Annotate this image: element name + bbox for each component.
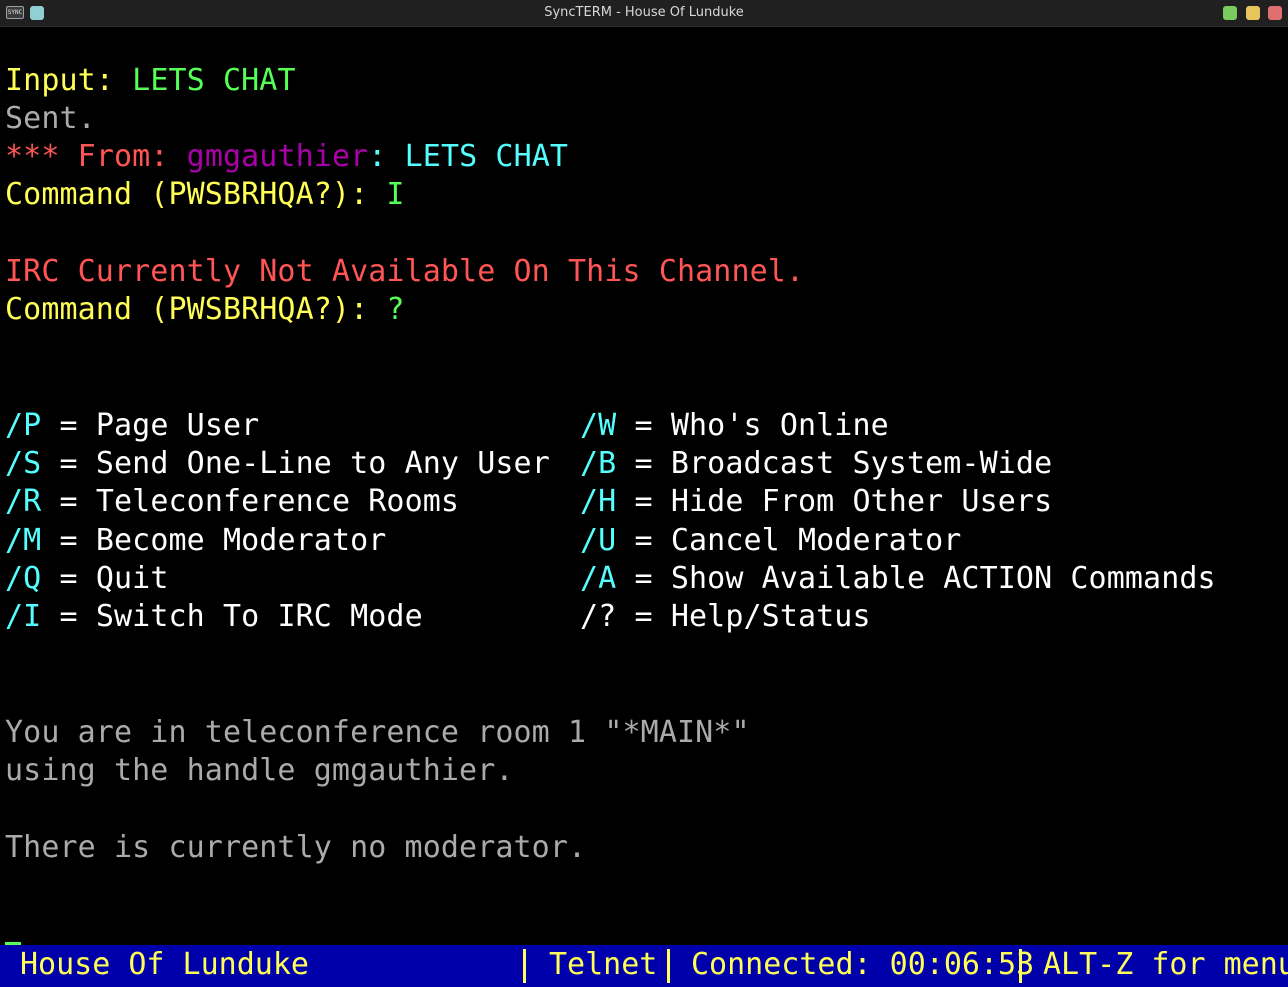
irc-error-message: IRC Currently Not Available On This Chan… — [5, 254, 805, 289]
help-desc: Quit — [95, 561, 169, 596]
help-desc: Send One-Line to Any User — [95, 446, 550, 481]
status-bbs-name: House Of Lunduke — [20, 947, 309, 982]
status-menu-hint[interactable]: ALT-Z for menu — [1043, 945, 1288, 985]
help-eq: = — [59, 523, 78, 558]
command-prompt: Command (PWSBRHQA?): — [5, 292, 369, 327]
help-key: /? — [580, 599, 617, 634]
status-divider — [523, 949, 526, 983]
help-item-become-moderator: /M = Become Moderator — [5, 522, 386, 560]
sent-line: Sent. — [5, 101, 96, 136]
help-item-action-commands: /A = Show Available ACTION Commands — [580, 560, 1216, 598]
status-connected-timer: Connected: 00:06:53 — [691, 947, 1035, 982]
help-eq: = — [634, 446, 653, 481]
help-item-help-status: /? = Help/Status — [580, 598, 871, 636]
from-colon: : — [368, 139, 387, 174]
help-key: /P — [5, 408, 42, 443]
help-eq: = — [59, 484, 78, 519]
command-line-2: Command (PWSBRHQA?): ? — [5, 291, 405, 329]
help-key: /M — [5, 523, 42, 558]
input-label: Input: — [5, 63, 114, 98]
room-info-line: You are in teleconference room 1 "*MAIN*… — [5, 715, 750, 750]
help-eq: = — [634, 523, 653, 558]
title-bar: SYNC SyncTERM - House Of Lunduke — [0, 0, 1288, 27]
help-desc: Switch To IRC Mode — [95, 599, 423, 634]
help-eq: = — [59, 408, 78, 443]
input-value: LETS CHAT — [132, 63, 296, 98]
from-user: gmgauthier — [186, 139, 369, 174]
help-eq: = — [634, 484, 653, 519]
help-key: /H — [580, 484, 617, 519]
help-key: /W — [580, 408, 617, 443]
help-key: /U — [580, 523, 617, 558]
status-divider — [667, 949, 670, 983]
help-desc: Teleconference Rooms — [95, 484, 460, 519]
help-item-whos-online: /W = Who's Online — [580, 407, 889, 445]
help-key: /R — [5, 484, 42, 519]
help-eq: = — [59, 599, 78, 634]
help-eq: = — [634, 561, 653, 596]
help-item-page-user: /P = Page User — [5, 407, 259, 445]
syncterm-window: SYNC SyncTERM - House Of Lunduke Input: … — [0, 0, 1288, 987]
window-title: SyncTERM - House Of Lunduke — [544, 5, 744, 20]
help-desc: Broadcast System-Wide — [670, 446, 1053, 481]
moderator-info-line: There is currently no moderator. — [5, 830, 587, 865]
help-item-broadcast: /B = Broadcast System-Wide — [580, 445, 1052, 483]
help-desc: Hide From Other Users — [670, 484, 1053, 519]
from-stars: *** — [5, 139, 60, 174]
help-eq: = — [634, 599, 653, 634]
help-item-quit: /Q = Quit — [5, 560, 169, 598]
handle-info-line: using the handle gmgauthier. — [5, 753, 514, 788]
command-prompt: Command (PWSBRHQA?): — [5, 177, 369, 212]
from-message: LETS CHAT — [404, 139, 569, 174]
from-label: From: — [77, 139, 169, 174]
status-bar: House Of Lunduke Telnet Connected: 00:06… — [0, 945, 1288, 987]
help-key: /S — [5, 446, 42, 481]
close-icon[interactable] — [1268, 6, 1282, 20]
status-divider — [1019, 949, 1022, 983]
help-item-send-one-line: /S = Send One-Line to Any User — [5, 445, 550, 483]
help-item-cancel-moderator: /U = Cancel Moderator — [580, 522, 961, 560]
status-protocol: Telnet — [549, 947, 658, 982]
help-key: /B — [580, 446, 617, 481]
help-desc: Page User — [95, 408, 260, 443]
command-value: I — [386, 177, 405, 212]
help-eq: = — [59, 561, 78, 596]
help-eq: = — [634, 408, 653, 443]
help-desc: Show Available ACTION Commands — [670, 561, 1216, 596]
input-line: Input: LETS CHAT — [5, 62, 296, 100]
help-desc: Become Moderator — [95, 523, 387, 558]
help-eq: = — [59, 446, 78, 481]
help-key: /A — [580, 561, 617, 596]
terminal-screen[interactable]: Input: LETS CHAT Sent. *** From: gmgauth… — [0, 27, 1288, 946]
help-key: /I — [5, 599, 42, 634]
maximize-icon[interactable] — [1246, 6, 1260, 20]
help-key: /Q — [5, 561, 42, 596]
minimize-icon[interactable] — [1223, 6, 1237, 20]
help-item-switch-irc: /I = Switch To IRC Mode — [5, 598, 423, 636]
from-message-line: *** From: gmgauthier: LETS CHAT — [5, 138, 568, 176]
help-desc: Cancel Moderator — [670, 523, 962, 558]
help-item-hide: /H = Hide From Other Users — [580, 483, 1052, 521]
command-value: ? — [386, 292, 405, 327]
command-line-1: Command (PWSBRHQA?): I — [5, 176, 405, 214]
help-item-teleconference-rooms: /R = Teleconference Rooms — [5, 483, 459, 521]
help-desc: Help/Status — [670, 599, 871, 634]
help-desc: Who's Online — [670, 408, 889, 443]
